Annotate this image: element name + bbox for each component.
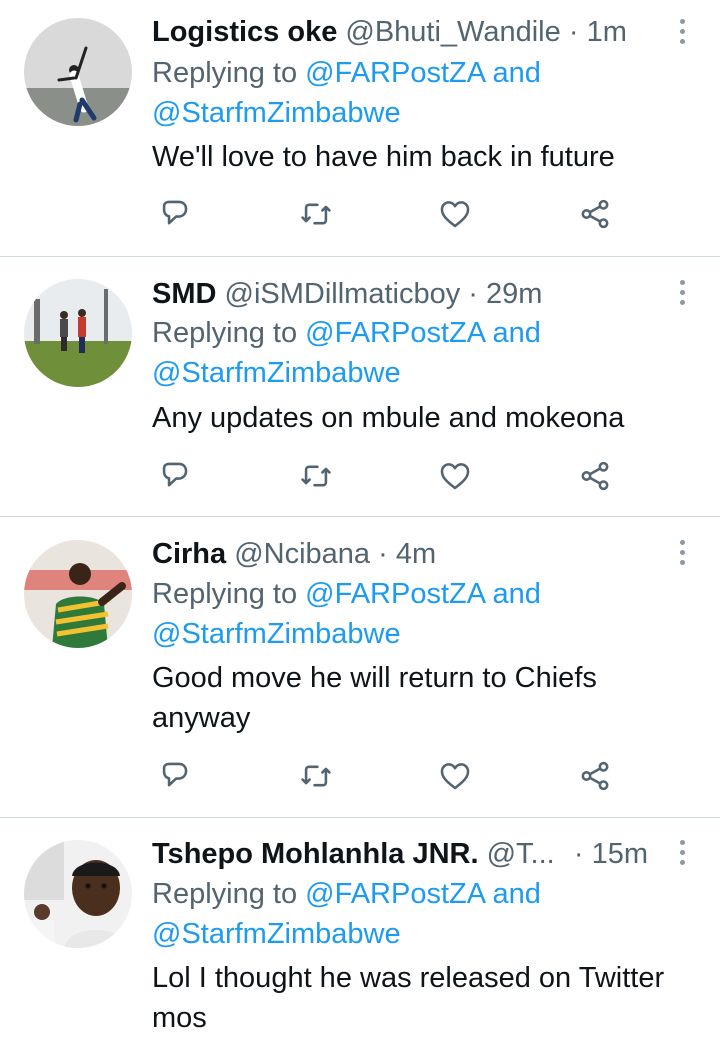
retweet-icon[interactable] xyxy=(296,756,336,796)
action-bar xyxy=(152,194,672,234)
mention-link[interactable]: @FARPostZA xyxy=(305,878,484,910)
mention-link[interactable]: @FARPostZA xyxy=(305,578,484,610)
heart-icon[interactable] xyxy=(435,194,475,234)
share-icon[interactable] xyxy=(575,456,615,496)
display-name[interactable]: Tshepo Mohlanhla JNR. xyxy=(152,838,479,870)
user-handle[interactable]: @Ncibana xyxy=(234,538,370,570)
more-vertical-icon[interactable] xyxy=(678,840,686,870)
replying-prefix: Replying to xyxy=(152,878,298,910)
and-link[interactable]: and xyxy=(493,57,541,89)
separator-dot: · xyxy=(568,16,579,48)
share-icon[interactable] xyxy=(575,756,615,796)
action-bar xyxy=(152,456,672,496)
tweet-header: Cirha @Ncibana · 4m xyxy=(152,536,436,572)
action-bar xyxy=(152,756,672,796)
heart-icon[interactable] xyxy=(435,756,475,796)
tweet[interactable]: Logistics oke @Bhuti_Wandile · 1m Replyi… xyxy=(0,0,720,257)
timestamp[interactable]: 29m xyxy=(486,278,542,310)
mention-link[interactable]: @StarfmZimbabwe xyxy=(152,918,401,950)
heart-icon[interactable] xyxy=(435,456,475,496)
user-handle[interactable]: @iSMDillmaticboy xyxy=(225,278,461,310)
display-name[interactable]: SMD xyxy=(152,278,216,310)
avatar[interactable] xyxy=(24,279,132,387)
replying-to: Replying to @FARPostZA and @StarfmZimbab… xyxy=(152,313,692,393)
display-name[interactable]: Cirha xyxy=(152,538,226,570)
user-handle[interactable]: @Bhuti_Wandile xyxy=(345,16,560,48)
replying-prefix: Replying to xyxy=(152,578,298,610)
mention-link[interactable]: @FARPostZA xyxy=(305,57,484,89)
user-handle[interactable]: @T... xyxy=(487,838,555,870)
mention-link[interactable]: @StarfmZimbabwe xyxy=(152,618,401,650)
tweet-text: We'll love to have him back in future xyxy=(152,141,615,173)
more-vertical-icon[interactable] xyxy=(678,280,686,310)
tweet-header: Tshepo Mohlanhla JNR. @T... xyxy=(152,836,555,872)
replying-prefix: Replying to xyxy=(152,57,298,89)
mention-link[interactable]: @StarfmZimbabwe xyxy=(152,357,401,389)
reply-icon[interactable] xyxy=(154,756,194,796)
tweet-text: Good move he will return to Chiefs anywa… xyxy=(152,662,597,734)
tweet[interactable]: Cirha @Ncibana · 4m Replying to @FARPost… xyxy=(0,517,720,818)
replying-prefix: Replying to xyxy=(152,317,298,349)
separator-dot: · xyxy=(468,278,478,310)
mention-link[interactable]: @StarfmZimbabwe xyxy=(152,97,401,129)
separator-dot: · xyxy=(573,838,584,870)
timestamp-value: 15m xyxy=(591,838,648,870)
timestamp[interactable]: · 15m xyxy=(574,836,648,872)
tweet[interactable]: SMD @iSMDillmaticboy · 29m Replying to @… xyxy=(0,257,720,517)
timestamp[interactable]: 4m xyxy=(396,538,436,570)
replying-to: Replying to @FARPostZA and @StarfmZimbab… xyxy=(152,53,692,133)
and-link[interactable]: and xyxy=(493,578,541,610)
retweet-icon[interactable] xyxy=(296,456,336,496)
avatar[interactable] xyxy=(24,840,132,948)
avatar[interactable] xyxy=(24,540,132,648)
tweet-text: Lol I thought he was released on Twitter… xyxy=(152,962,665,1034)
more-vertical-icon[interactable] xyxy=(678,19,686,49)
timestamp[interactable]: 1m xyxy=(587,16,627,48)
reply-icon[interactable] xyxy=(154,194,194,234)
mention-link[interactable]: @FARPostZA xyxy=(305,317,484,349)
reply-icon[interactable] xyxy=(154,456,194,496)
retweet-icon[interactable] xyxy=(296,194,336,234)
share-icon[interactable] xyxy=(575,194,615,234)
avatar[interactable] xyxy=(24,18,132,126)
tweet-header: SMD @iSMDillmaticboy · 29m xyxy=(152,276,542,312)
display-name[interactable]: Logistics oke xyxy=(152,16,337,48)
and-link[interactable]: and xyxy=(493,317,541,349)
separator-dot: · xyxy=(378,538,388,570)
tweet-header: Logistics oke @Bhuti_Wandile · 1m xyxy=(152,14,627,50)
replying-to: Replying to @FARPostZA and @StarfmZimbab… xyxy=(152,574,692,654)
tweet-text: Any updates on mbule and mokeona xyxy=(152,402,625,434)
and-link[interactable]: and xyxy=(493,878,541,910)
tweet[interactable]: Tshepo Mohlanhla JNR. @T... · 15m Replyi… xyxy=(0,818,720,1045)
more-vertical-icon[interactable] xyxy=(678,540,686,570)
replying-to: Replying to @FARPostZA and @StarfmZimbab… xyxy=(152,874,692,954)
